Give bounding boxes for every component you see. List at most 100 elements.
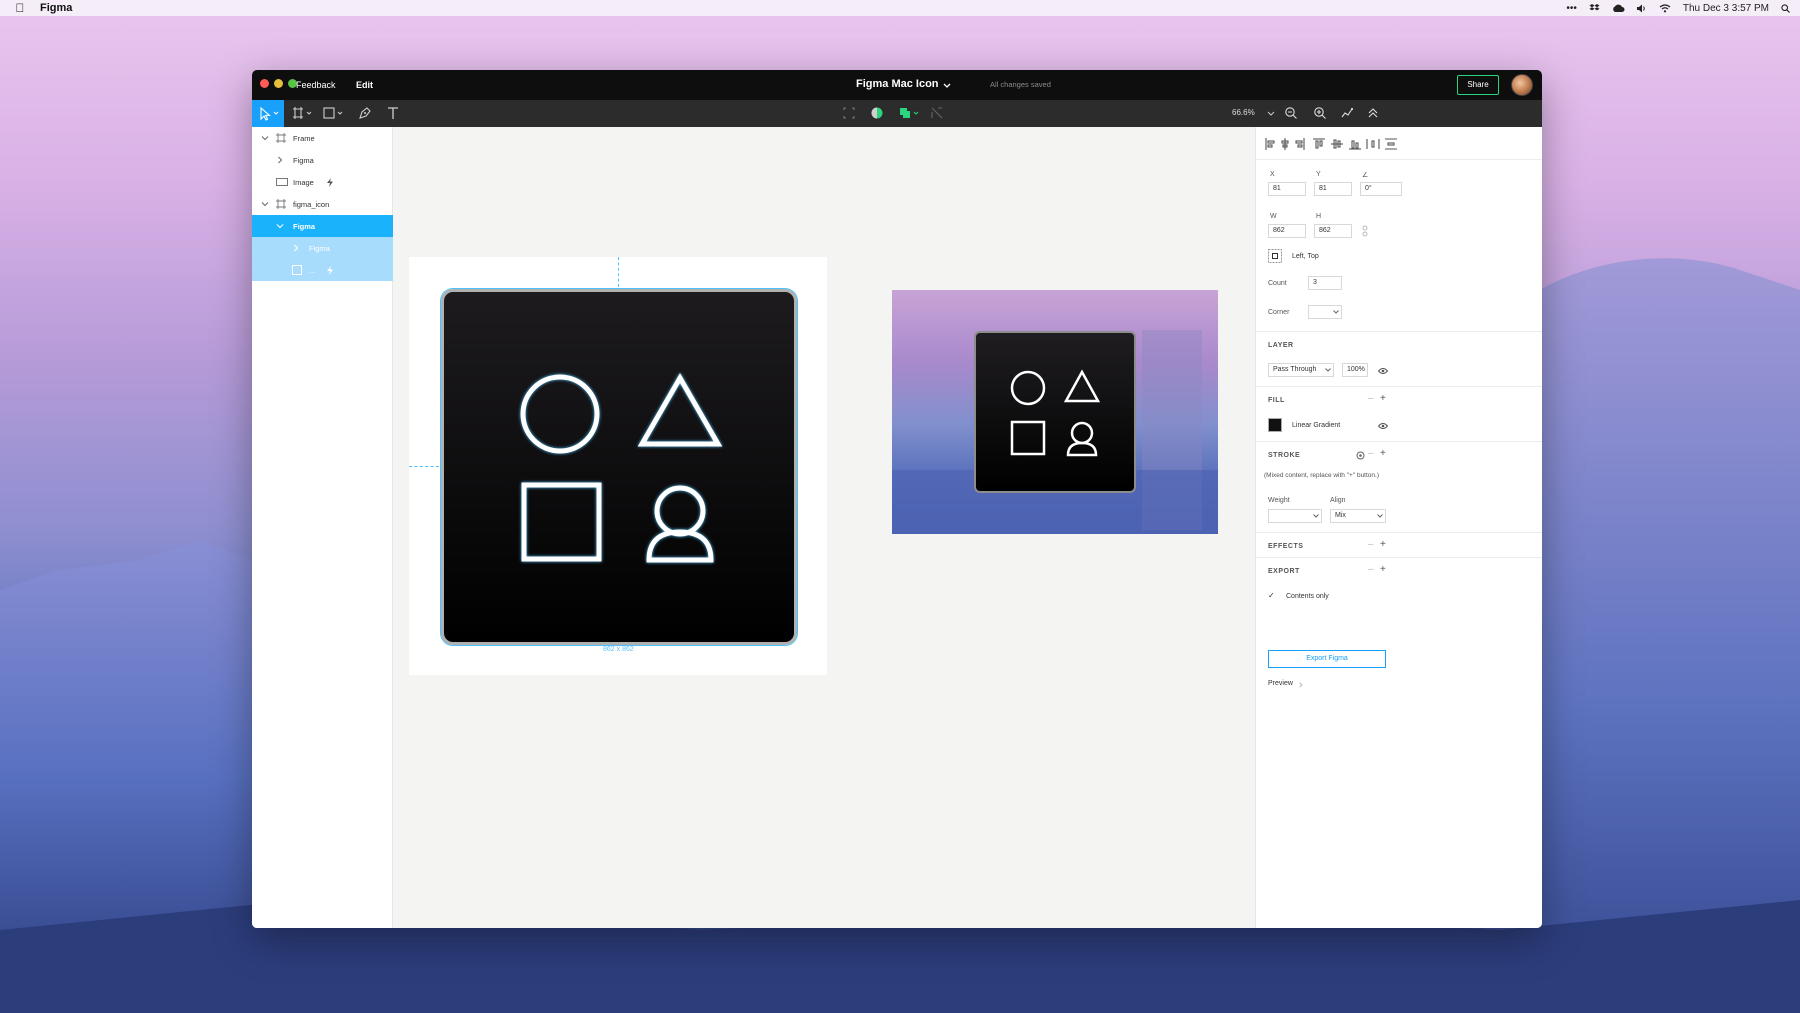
zoom-level[interactable]: 66.6% (1232, 108, 1255, 117)
chevron-down-icon[interactable] (1266, 106, 1276, 120)
chevron-down-icon[interactable] (942, 81, 952, 91)
edit-menu[interactable]: Edit (356, 80, 373, 90)
code-icon[interactable] (1340, 106, 1354, 120)
minimize-window-button[interactable] (274, 79, 283, 88)
chevron-down-icon[interactable] (261, 134, 269, 142)
divider (1256, 441, 1542, 442)
chevron-down-icon[interactable] (1324, 366, 1332, 374)
rectangle-tool-icon[interactable] (322, 106, 348, 120)
layer-row-child[interactable]: ... (252, 259, 393, 281)
layer-section-title: LAYER (1268, 342, 1294, 349)
chevron-down-icon[interactable] (1312, 512, 1320, 520)
add-stroke-icon[interactable]: + (1380, 448, 1386, 459)
chevron-right-icon[interactable] (1298, 682, 1304, 688)
figma-icon-large[interactable] (441, 289, 797, 645)
share-button[interactable]: Share (1457, 75, 1499, 95)
stroke-mixed-note: (Mixed content, replace with "+" button.… (1264, 472, 1379, 479)
flatten-icon[interactable] (930, 106, 944, 120)
chevron-down-icon[interactable] (1332, 308, 1340, 316)
layer-row[interactable]: Image (252, 171, 393, 193)
boolean-union-icon[interactable] (898, 106, 922, 120)
dropbox-icon[interactable] (1589, 3, 1600, 13)
remove-stroke-icon[interactable]: – (1368, 448, 1374, 459)
save-status: All changes saved (990, 80, 1051, 89)
layer-row-child[interactable]: Figma (252, 237, 393, 259)
spotlight-search-icon[interactable] (1781, 3, 1790, 13)
layer-row[interactable]: figma_icon (252, 193, 393, 215)
opacity-field[interactable]: 100% (1342, 363, 1368, 377)
cloud-icon[interactable] (1612, 4, 1625, 13)
pen-tool-icon[interactable] (358, 106, 372, 120)
stroke-settings-icon[interactable] (1356, 451, 1365, 460)
count-label: Count (1268, 280, 1287, 287)
collapse-up-icon[interactable] (1366, 106, 1380, 120)
menu-app-name[interactable]: Figma (40, 2, 72, 14)
wifi-icon[interactable] (1659, 3, 1671, 13)
x-field[interactable]: 81 (1268, 182, 1306, 196)
width-field[interactable]: 862 (1268, 224, 1306, 238)
chevron-down-icon[interactable] (261, 200, 269, 208)
avatar[interactable] (1511, 74, 1533, 96)
menu-clock[interactable]: Thu Dec 3 3:57 PM (1683, 3, 1769, 14)
layer-label: ... (309, 265, 316, 275)
remove-fill-icon[interactable]: – (1368, 393, 1374, 404)
volume-icon[interactable] (1636, 4, 1647, 13)
constraints-icon[interactable] (1268, 249, 1282, 263)
canvas[interactable]: 862 x 862 (393, 127, 1504, 928)
measurement-guide (409, 466, 439, 467)
w-label: W (1270, 213, 1277, 220)
layer-label: Image (293, 177, 314, 187)
add-fill-icon[interactable]: + (1380, 393, 1386, 404)
contents-only-label: Contents only (1286, 593, 1329, 600)
preview-frame[interactable] (892, 290, 1218, 534)
figma-window: Feedback Edit Figma Mac Icon All changes… (252, 70, 1542, 928)
figma-icon-small[interactable] (974, 331, 1136, 493)
text-tool-icon[interactable] (386, 106, 400, 120)
align-toolbar (1265, 138, 1397, 150)
frame-tool-icon[interactable] (290, 106, 316, 120)
document-title[interactable]: Figma Mac Icon (856, 78, 939, 90)
mask-icon[interactable] (870, 106, 884, 120)
count-field[interactable]: 3 (1308, 276, 1342, 290)
preview-toggle[interactable]: Preview (1268, 680, 1293, 687)
y-field[interactable]: 81 (1314, 182, 1352, 196)
align-center-h-icon (1281, 138, 1289, 150)
contents-only-checkbox[interactable]: ✓ (1268, 591, 1277, 600)
zoom-out-icon[interactable] (1284, 106, 1298, 120)
chevron-down-icon[interactable] (1376, 512, 1384, 520)
fill-type-label[interactable]: Linear Gradient (1292, 422, 1340, 429)
ellipsis-icon[interactable]: ••• (1566, 3, 1577, 14)
remove-effect-icon[interactable]: – (1368, 539, 1374, 550)
chevron-right-icon[interactable] (276, 156, 284, 164)
eye-icon[interactable] (1378, 422, 1388, 430)
toolbar: 66.6% (252, 100, 1542, 127)
constrain-proportions-icon[interactable] (1361, 225, 1369, 237)
layer-row-selected[interactable]: Figma (252, 215, 393, 237)
layer-row[interactable]: Frame (252, 127, 393, 149)
height-field[interactable]: 862 (1314, 224, 1352, 238)
measurement-guide (618, 257, 619, 287)
fill-section-title: FILL (1268, 397, 1285, 404)
chevron-right-icon[interactable] (292, 244, 300, 252)
layer-label: figma_icon (293, 199, 330, 209)
move-tool[interactable] (252, 100, 284, 127)
layer-row[interactable]: Figma (252, 149, 393, 171)
remove-export-icon[interactable]: – (1368, 564, 1374, 575)
constraints-value[interactable]: Left, Top (1292, 253, 1319, 260)
add-effect-icon[interactable]: + (1380, 539, 1386, 550)
macos-menu-bar:  Figma ••• Thu Dec 3 3:57 PM (0, 0, 1800, 16)
chevron-down-icon[interactable] (276, 222, 284, 230)
file-tab[interactable]: Feedback (296, 80, 336, 90)
apple-icon[interactable]:  (14, 1, 26, 15)
layers-panel: Frame Figma Image figma_icon Figma Figma… (252, 127, 393, 928)
effects-section-title: EFFECTS (1268, 543, 1304, 550)
crop-icon[interactable] (842, 106, 856, 120)
export-button[interactable]: Export Figma (1268, 650, 1386, 668)
rotation-field[interactable]: 0° (1360, 182, 1402, 196)
fill-color-swatch[interactable] (1268, 418, 1282, 432)
add-export-icon[interactable]: + (1380, 564, 1386, 575)
eye-icon[interactable] (1378, 367, 1388, 375)
close-window-button[interactable] (260, 79, 269, 88)
zoom-in-icon[interactable] (1313, 106, 1327, 120)
align-middle-v-icon (1331, 139, 1343, 149)
